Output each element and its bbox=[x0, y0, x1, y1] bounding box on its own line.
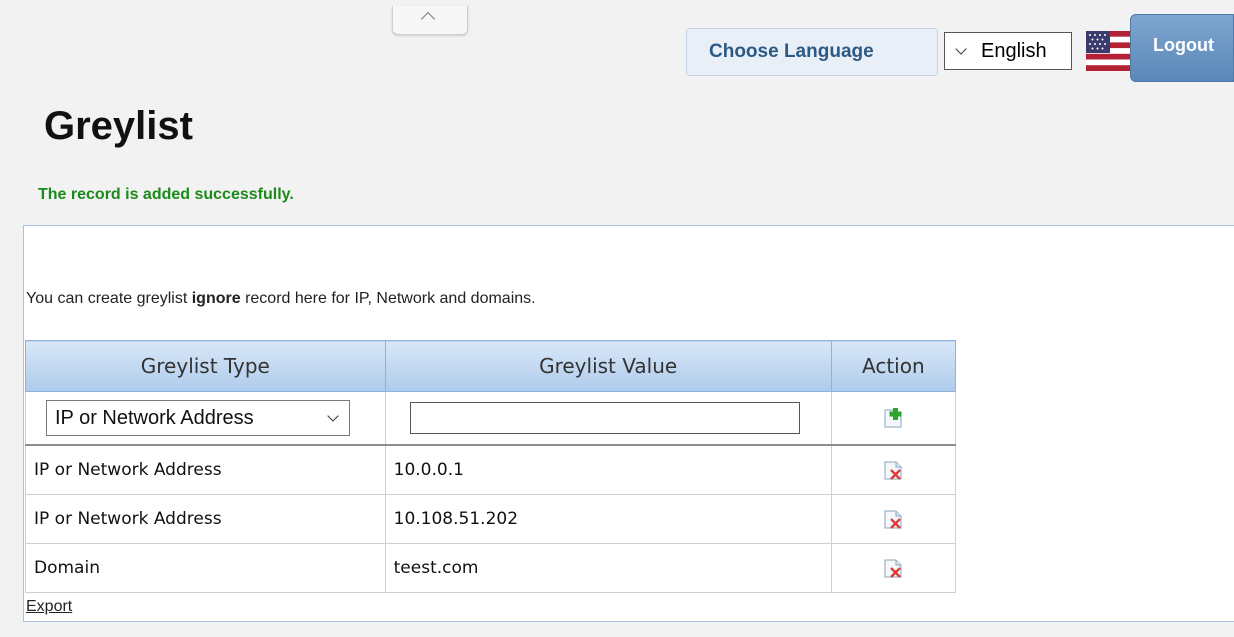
us-flag-icon bbox=[1086, 31, 1130, 71]
row-value: 10.0.0.1 bbox=[384, 444, 832, 495]
table-row: IP or Network Address 10.0.0.1 bbox=[25, 444, 957, 495]
description-emphasis: ignore bbox=[191, 290, 241, 307]
chevron-down-icon bbox=[327, 410, 339, 422]
status-message: The record is added successfully. bbox=[38, 186, 294, 203]
row-type: IP or Network Address bbox=[25, 444, 386, 495]
logout-button[interactable]: Logout bbox=[1130, 14, 1234, 82]
language-selected-value: English bbox=[981, 40, 1047, 62]
delete-record-icon[interactable] bbox=[882, 508, 904, 530]
row-type: IP or Network Address bbox=[25, 494, 386, 544]
greylist-type-selected: IP or Network Address bbox=[55, 407, 254, 429]
greylist-value-input[interactable] bbox=[409, 402, 800, 434]
table-row: Domain teest.com bbox=[25, 543, 957, 593]
row-type: Domain bbox=[25, 543, 386, 593]
collapse-toggle[interactable] bbox=[392, 6, 468, 35]
export-link[interactable]: Export bbox=[26, 598, 72, 616]
table-row: IP or Network Address 10.108.51.202 bbox=[25, 494, 957, 544]
description-text: You can create greylist ignore record he… bbox=[26, 290, 536, 307]
choose-language-label: Choose Language bbox=[686, 28, 938, 76]
header-greylist-value: Greylist Value bbox=[384, 340, 832, 392]
greylist-type-select[interactable]: IP or Network Address bbox=[46, 400, 350, 436]
header-action: Action bbox=[830, 340, 957, 392]
chevron-up-icon bbox=[420, 11, 436, 27]
greylist-table: Greylist Type Greylist Value Action IP o… bbox=[25, 340, 957, 593]
new-record-row: IP or Network Address bbox=[25, 391, 957, 446]
delete-record-icon[interactable] bbox=[882, 557, 904, 579]
chevron-down-icon bbox=[955, 43, 967, 55]
delete-record-icon[interactable] bbox=[882, 459, 904, 481]
page-title: Greylist bbox=[44, 104, 193, 148]
add-record-icon[interactable] bbox=[882, 407, 904, 429]
language-select[interactable]: English bbox=[944, 32, 1072, 70]
row-value: 10.108.51.202 bbox=[384, 494, 832, 544]
header-greylist-type: Greylist Type bbox=[25, 340, 386, 392]
row-value: teest.com bbox=[384, 543, 832, 593]
